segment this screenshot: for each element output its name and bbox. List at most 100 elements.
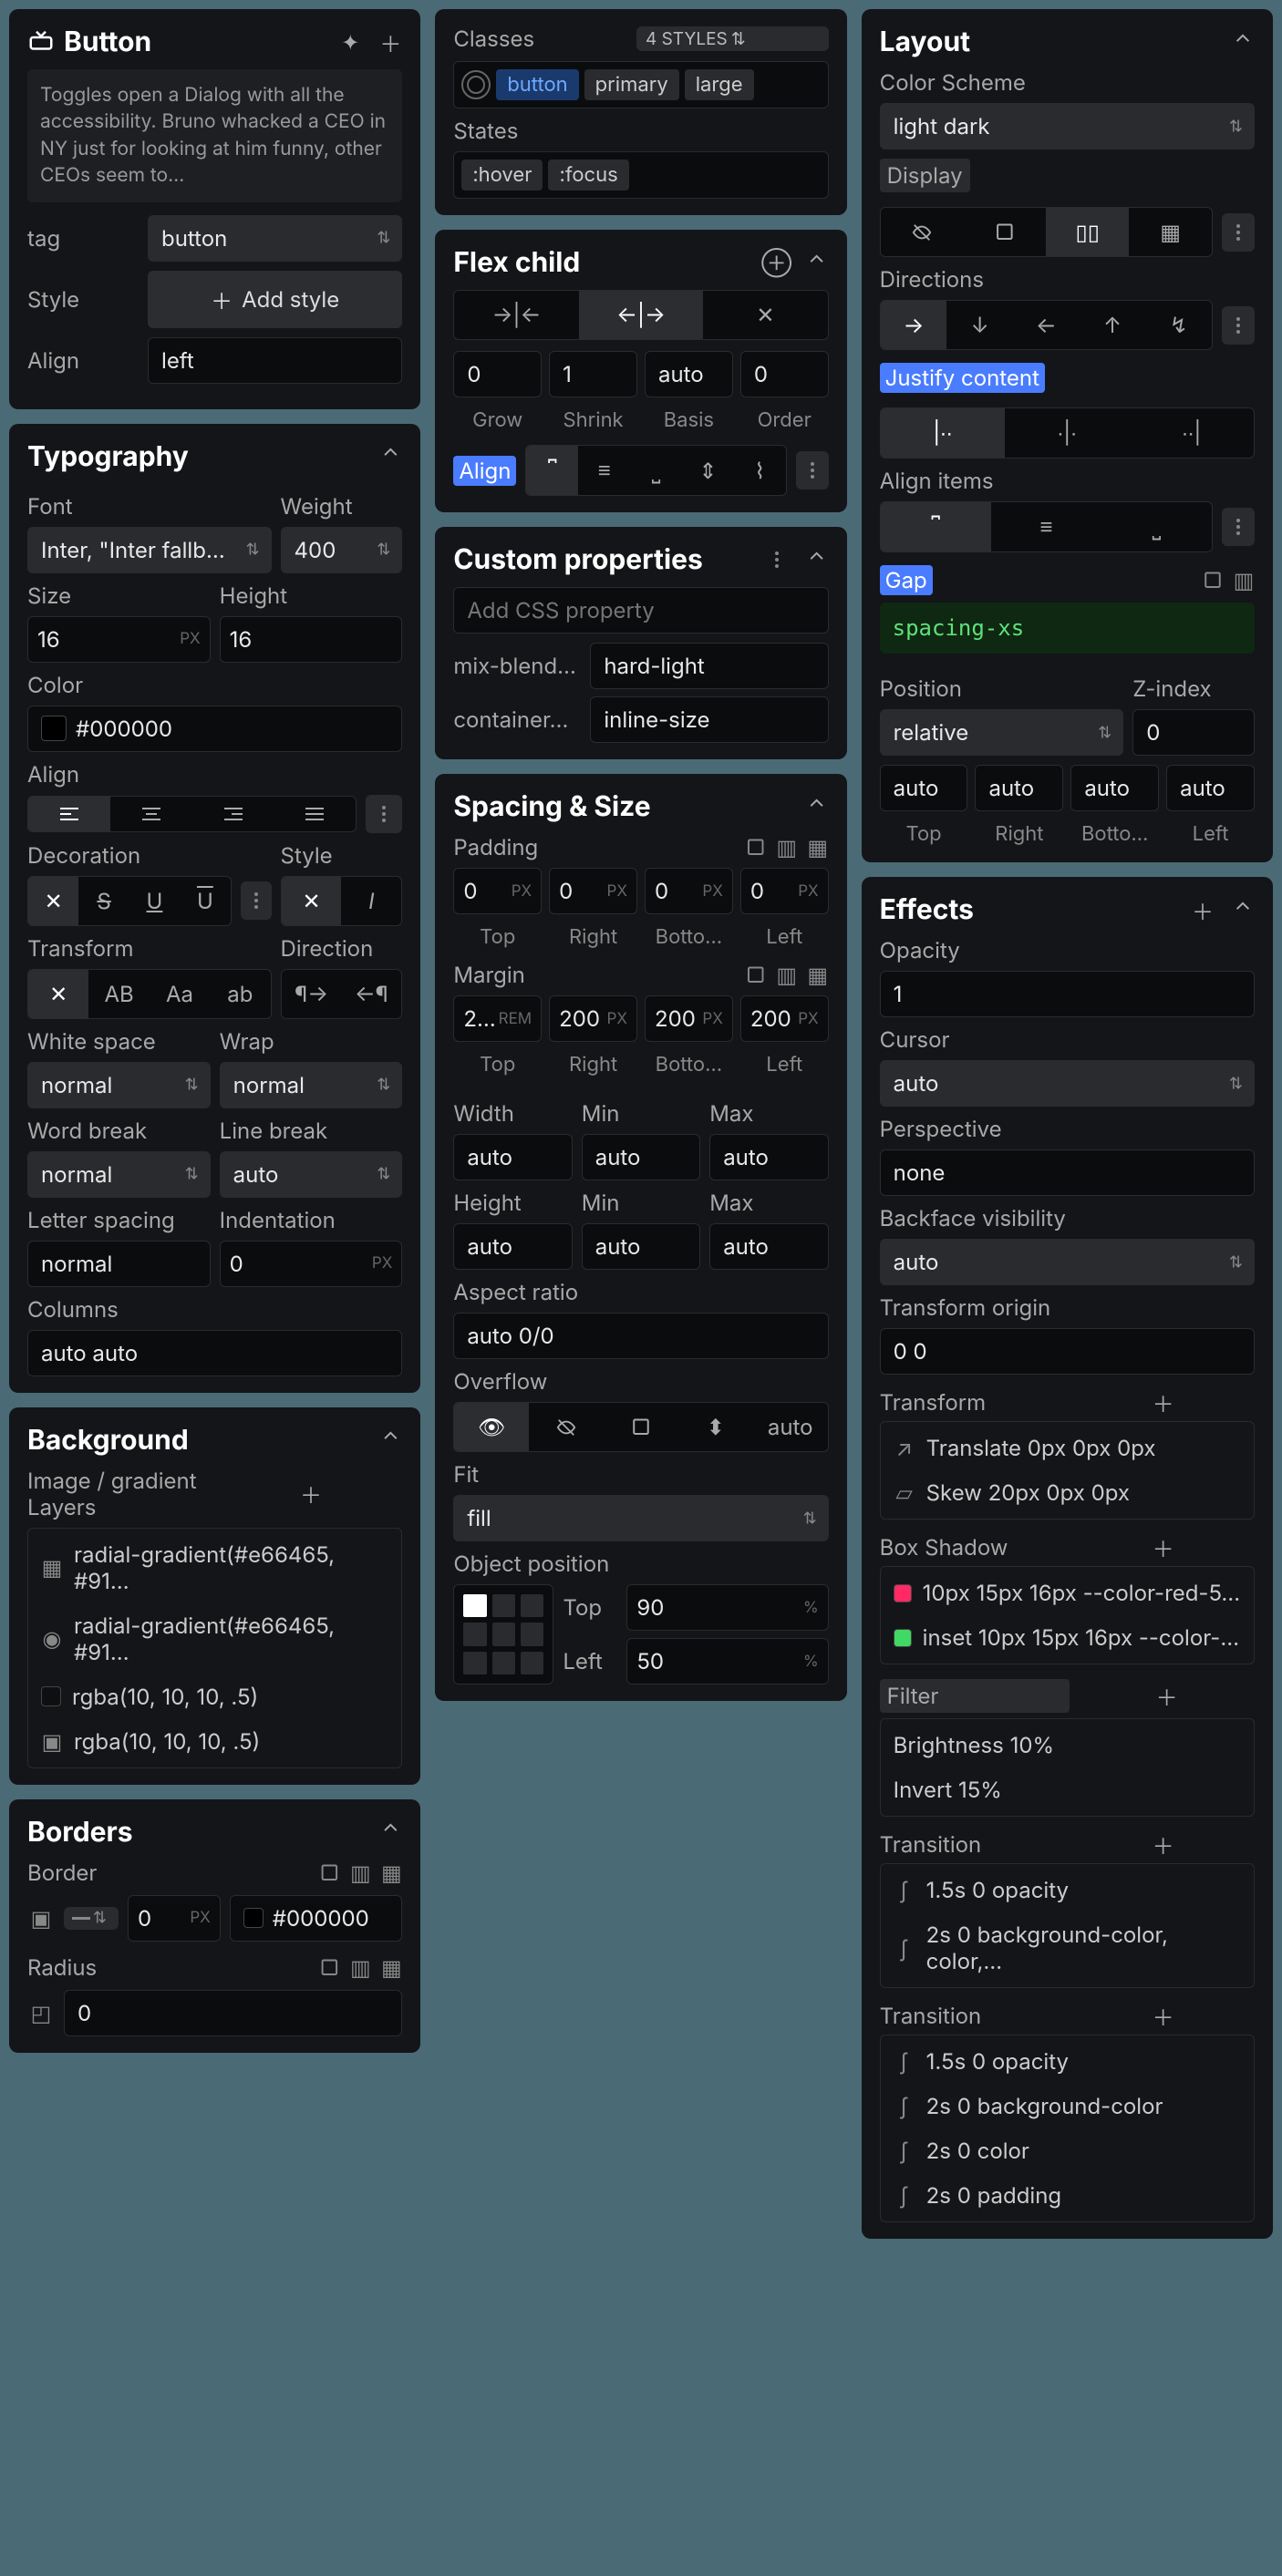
chevron-up-icon[interactable]: ⌃ bbox=[1231, 30, 1255, 54]
aspect-input[interactable] bbox=[453, 1313, 828, 1359]
chevron-up-icon[interactable]: ⌃ bbox=[378, 445, 402, 469]
bg-layer-item[interactable]: ▣rgba(10, 10, 10, .5) bbox=[37, 1719, 392, 1764]
ov-scroll-button[interactable]: ⬍ bbox=[678, 1403, 753, 1451]
disp-flex-button[interactable]: ▯▯ bbox=[1046, 208, 1129, 256]
dir-row-button[interactable]: → bbox=[881, 301, 947, 349]
perspective-input[interactable] bbox=[880, 1149, 1255, 1196]
pad-all-icon[interactable]: ▢ bbox=[745, 837, 767, 859]
radius-input[interactable] bbox=[64, 1990, 402, 2036]
bg-layer-item[interactable]: ◉radial-gradient(#e66465, #91… bbox=[37, 1603, 392, 1674]
zindex-input[interactable] bbox=[1132, 709, 1255, 756]
lineheight-input[interactable] bbox=[220, 616, 403, 663]
bg-layer-item[interactable]: rgba(10, 10, 10, .5) bbox=[37, 1674, 392, 1719]
class-chip[interactable]: large bbox=[685, 69, 754, 100]
shadow-item[interactable]: 10px 15px 16px --color-red-5… bbox=[890, 1571, 1245, 1615]
component-description[interactable]: Toggles open a Dialog with all the acces… bbox=[27, 69, 402, 202]
align-left-button[interactable] bbox=[28, 797, 110, 831]
as-start-button[interactable]: ⎴ bbox=[526, 446, 578, 495]
alignself-more-button[interactable] bbox=[796, 451, 829, 489]
dir-col-button[interactable]: ↓ bbox=[946, 301, 1013, 349]
mar-left-input[interactable]: PX bbox=[740, 995, 829, 1042]
font-select[interactable]: Inter, "Inter fallb… bbox=[27, 527, 272, 573]
whitespace-select[interactable]: normal bbox=[27, 1062, 211, 1108]
columns-input[interactable] bbox=[27, 1330, 402, 1376]
order-input[interactable] bbox=[740, 351, 829, 397]
add-filter-button[interactable]: ＋ bbox=[1079, 1685, 1255, 1708]
sparkle-icon[interactable]: ✦ bbox=[338, 30, 362, 54]
plus-icon[interactable]: ＋ bbox=[378, 30, 402, 54]
colorscheme-select[interactable]: light dark bbox=[880, 103, 1255, 149]
style-none-button[interactable]: ✕ bbox=[282, 877, 342, 925]
class-chip[interactable]: button bbox=[496, 69, 578, 100]
basis-input[interactable] bbox=[645, 351, 733, 397]
transition-item[interactable]: ∫2s 0 background-color, color,… bbox=[890, 1912, 1245, 1984]
border-color-input[interactable]: #000000 bbox=[230, 1895, 403, 1942]
mar-top-input[interactable]: REM bbox=[453, 995, 542, 1042]
color-input[interactable]: #000000 bbox=[27, 706, 402, 752]
mar-all-icon[interactable]: ▢ bbox=[745, 964, 767, 986]
opacity-input[interactable] bbox=[880, 971, 1255, 1017]
bg-layer-item[interactable]: ▦radial-gradient(#e66465, #91… bbox=[37, 1532, 392, 1603]
flex-grow-button[interactable]: ←|→ bbox=[579, 291, 703, 339]
tt-lower-button[interactable]: ab bbox=[210, 970, 270, 1018]
ai-center-button[interactable]: ≡ bbox=[991, 502, 1101, 551]
dir-wrap-button[interactable]: ↯ bbox=[1145, 301, 1212, 349]
radius-individual-icon[interactable]: ▦ bbox=[380, 1956, 402, 1978]
gap-all-icon[interactable]: ▢ bbox=[1202, 570, 1224, 592]
transformorigin-input[interactable] bbox=[880, 1328, 1255, 1375]
deco-more-button[interactable] bbox=[241, 881, 272, 920]
add-transition-button-2[interactable]: ＋ bbox=[1071, 2004, 1255, 2028]
align-input[interactable] bbox=[148, 337, 402, 384]
wrap-select[interactable]: normal bbox=[220, 1062, 403, 1108]
pad-xy-icon[interactable]: ▥ bbox=[776, 837, 798, 859]
dir-rtl-button[interactable]: ←¶ bbox=[341, 970, 401, 1018]
ov-auto-button[interactable]: auto bbox=[753, 1403, 828, 1451]
shadow-item[interactable]: inset 10px 15px 16px --color-… bbox=[890, 1615, 1245, 1660]
disp-block-button[interactable]: ▢ bbox=[963, 208, 1046, 256]
transition-item[interactable]: ∫1.5s 0 opacity bbox=[890, 1868, 1245, 1912]
add-layer-button[interactable]: ＋ bbox=[220, 1482, 403, 1506]
styles-count-badge[interactable]: 4 STYLES ⇅ bbox=[636, 26, 829, 51]
linebreak-select[interactable]: auto bbox=[220, 1151, 403, 1198]
as-end-button[interactable]: ⎵ bbox=[630, 446, 682, 495]
as-center-button[interactable]: ≡ bbox=[578, 446, 630, 495]
dir-ltr-button[interactable]: ¶→ bbox=[282, 970, 342, 1018]
states-input[interactable]: :hover :focus bbox=[453, 151, 828, 199]
pad-left-input[interactable]: PX bbox=[740, 868, 829, 914]
deco-none-button[interactable]: ✕ bbox=[28, 877, 78, 925]
style-italic-button[interactable]: I bbox=[341, 877, 401, 925]
width-input[interactable] bbox=[453, 1134, 572, 1180]
jc-end-button[interactable]: ∙∙| bbox=[1130, 408, 1254, 458]
align-justify-button[interactable] bbox=[274, 797, 356, 831]
ai-start-button[interactable]: ⎴ bbox=[881, 502, 991, 551]
tt-cap-button[interactable]: Aa bbox=[150, 970, 210, 1018]
chevron-up-icon[interactable]: ⌃ bbox=[378, 1428, 402, 1452]
align-right-button[interactable] bbox=[192, 797, 274, 831]
crosshair-icon[interactable]: ⊕ bbox=[765, 251, 789, 274]
letterspacing-input[interactable] bbox=[27, 1241, 211, 1287]
pos-top-input[interactable] bbox=[880, 765, 968, 811]
alignitems-more-button[interactable] bbox=[1222, 508, 1255, 546]
color-swatch[interactable] bbox=[41, 716, 67, 741]
gap-xy-icon[interactable]: ▥ bbox=[1233, 570, 1255, 592]
maxh-input[interactable] bbox=[709, 1223, 828, 1270]
pos-bottom-input[interactable] bbox=[1070, 765, 1159, 811]
pos-left-input[interactable] bbox=[1166, 765, 1255, 811]
transition-item[interactable]: ∫2s 0 color bbox=[890, 2128, 1245, 2173]
pad-top-input[interactable]: PX bbox=[453, 868, 542, 914]
align-more-button[interactable] bbox=[366, 795, 402, 833]
pad-bottom-input[interactable]: PX bbox=[645, 868, 733, 914]
dir-colrev-button[interactable]: ↑ bbox=[1080, 301, 1146, 349]
add-shadow-button[interactable]: ＋ bbox=[1071, 1536, 1255, 1560]
state-chip[interactable]: :hover bbox=[461, 160, 543, 191]
ai-end-button[interactable]: ⎵ bbox=[1101, 502, 1212, 551]
radius-corner-icon[interactable]: ◰ bbox=[27, 2002, 55, 2024]
border-separate-icon[interactable]: ▥ bbox=[349, 1861, 371, 1883]
deco-strike-button[interactable]: S bbox=[78, 877, 129, 925]
jc-start-button[interactable]: |∙∙ bbox=[881, 408, 1005, 458]
cursor-select[interactable]: auto bbox=[880, 1060, 1255, 1107]
objpos-left-input[interactable]: % bbox=[626, 1638, 828, 1685]
grow-input[interactable] bbox=[453, 351, 542, 397]
add-transform-button[interactable]: ＋ bbox=[1071, 1391, 1255, 1415]
display-more-button[interactable] bbox=[1222, 213, 1255, 252]
